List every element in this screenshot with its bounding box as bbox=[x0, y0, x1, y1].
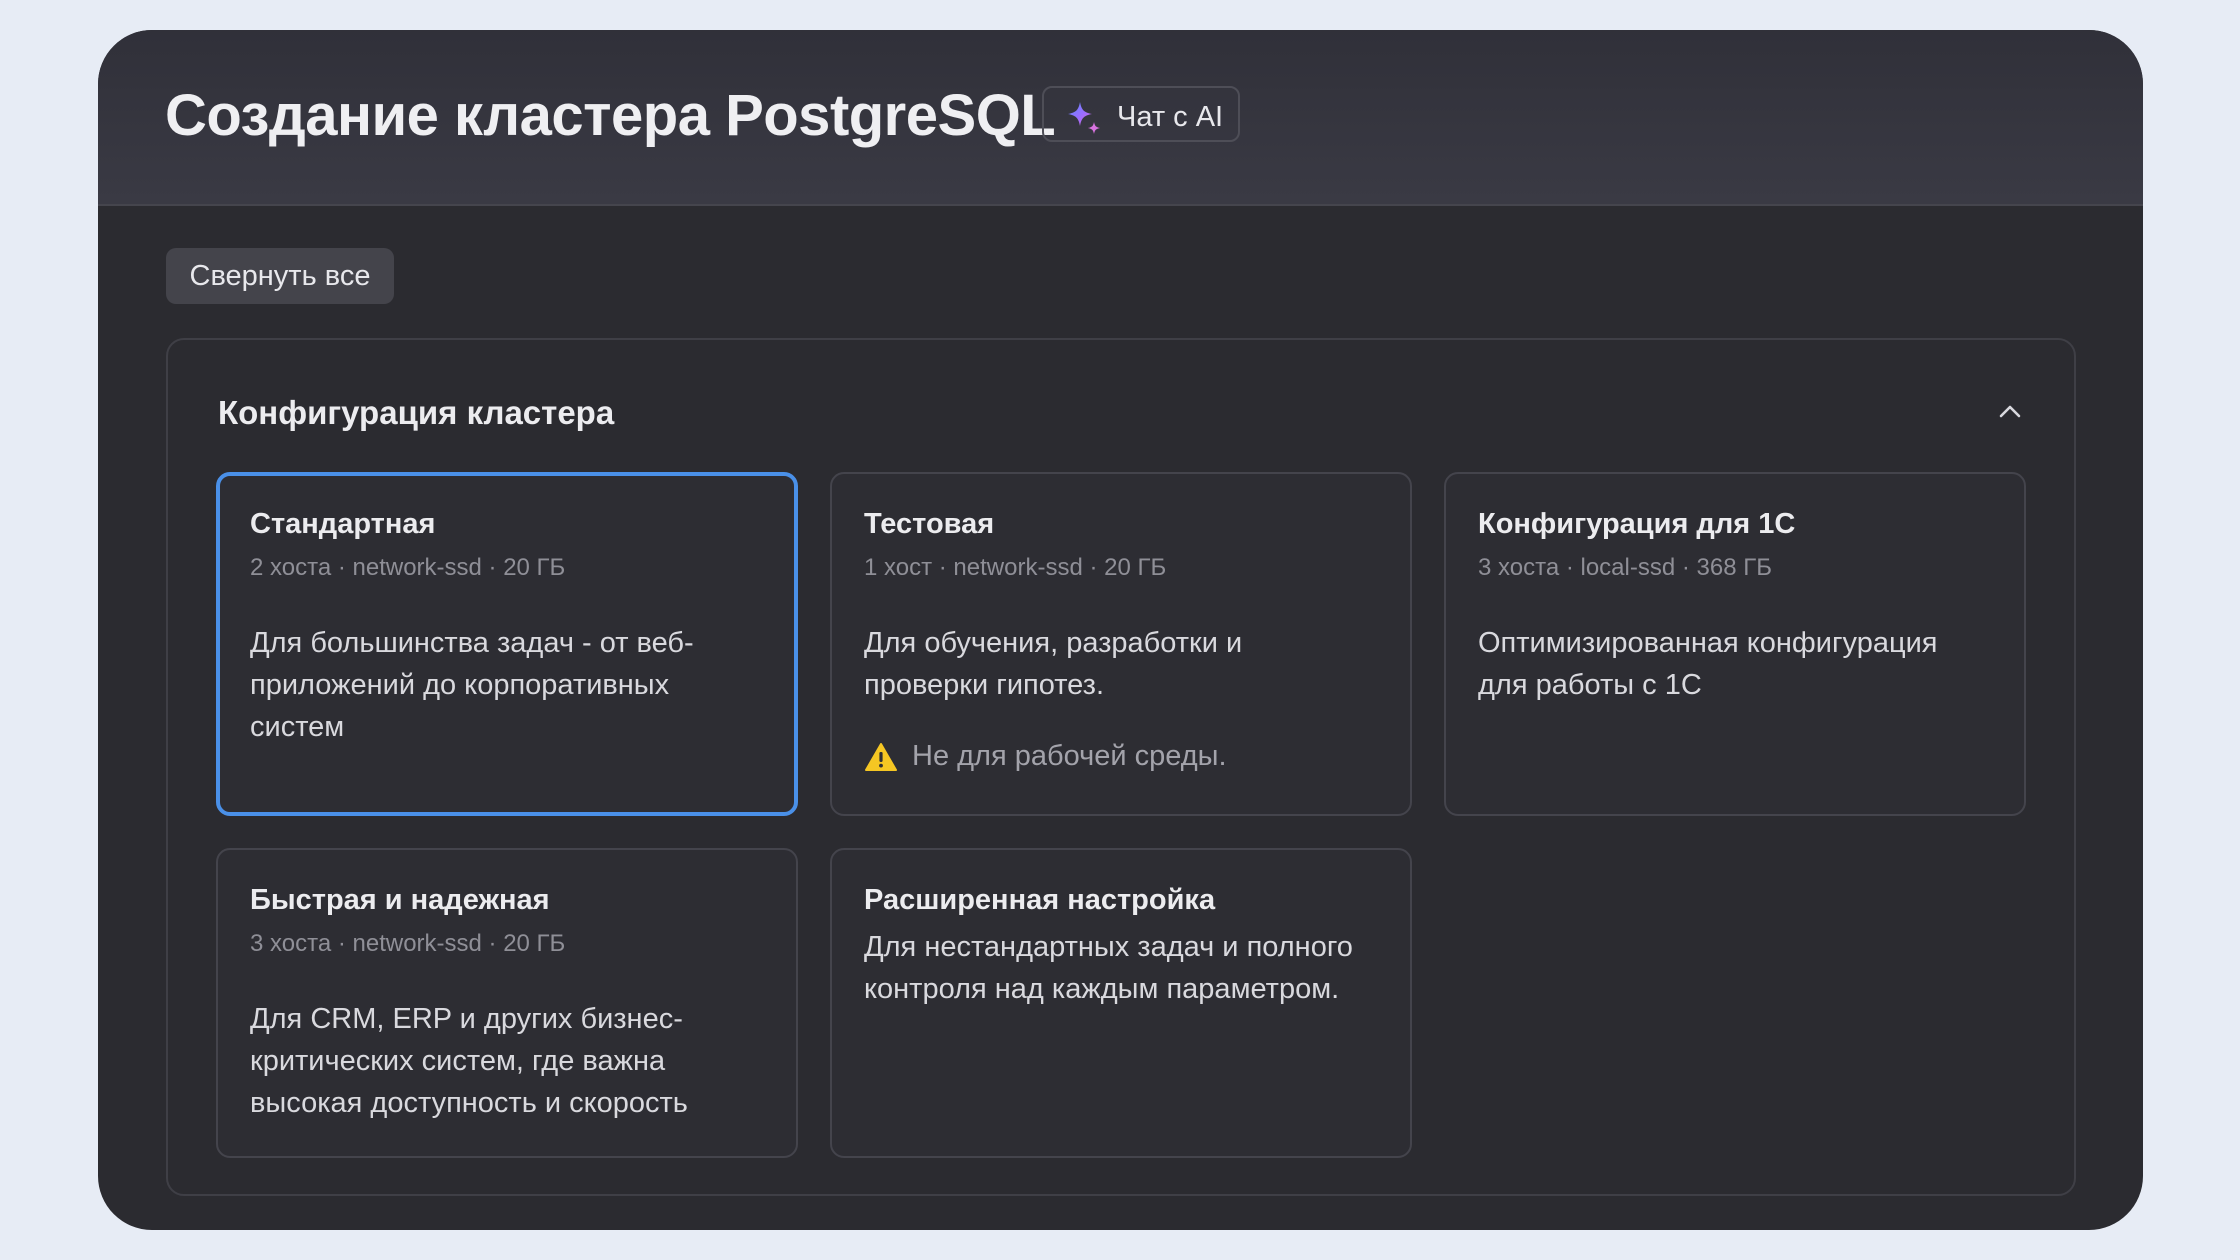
card-description: Для нестандартных задач и полного контро… bbox=[864, 931, 1353, 1005]
section-title: Конфигурация кластера bbox=[218, 394, 615, 431]
cluster-config-section: Конфигурация кластера Стандартная 2 хост… bbox=[166, 338, 2076, 1196]
ai-chat-button[interactable]: Чат с AI bbox=[1042, 86, 1240, 142]
chevron-up-icon[interactable] bbox=[1996, 398, 2024, 426]
card-description: Для большинства задач - от веб-приложени… bbox=[250, 627, 694, 743]
card-title: Конфигурация для 1С bbox=[1478, 508, 1796, 540]
config-card-fast-reliable[interactable]: Быстрая и надежная 3 хоста · network-ssd… bbox=[216, 848, 798, 1158]
card-meta: 1 хост · network-ssd · 20 ГБ bbox=[864, 554, 1167, 581]
card-description: Для обучения, разработки и проверки гипо… bbox=[864, 627, 1243, 701]
config-card-standard[interactable]: Стандартная 2 хоста · network-ssd · 20 Г… bbox=[216, 472, 798, 816]
config-card-1c[interactable]: Конфигурация для 1С 3 хоста · local-ssd … bbox=[1444, 472, 2026, 816]
ai-chat-label: Чат с AI bbox=[1117, 101, 1224, 133]
warning-icon bbox=[865, 742, 897, 771]
page-header: Создание кластера PostgreSQL Чат с AI bbox=[98, 30, 2143, 206]
warning-row: Не для рабочей среды. bbox=[864, 740, 1227, 773]
config-card-advanced[interactable]: Расширенная настройка Для нестандартных … bbox=[830, 848, 1412, 1158]
page-title: Создание кластера PostgreSQL bbox=[165, 83, 1056, 148]
card-description: Оптимизированная конфигурация для работы… bbox=[1478, 627, 1938, 701]
card-meta: 3 хоста · local-ssd · 368 ГБ bbox=[1478, 554, 1772, 581]
card-title: Быстрая и надежная bbox=[250, 884, 550, 916]
card-title: Расширенная настройка bbox=[864, 884, 1216, 916]
config-card-test[interactable]: Тестовая 1 хост · network-ssd · 20 ГБ Дл… bbox=[830, 472, 1412, 816]
card-title: Стандартная bbox=[250, 508, 436, 540]
warning-text: Не для рабочей среды. bbox=[912, 740, 1227, 772]
card-meta: 2 хоста · network-ssd · 20 ГБ bbox=[250, 554, 566, 581]
collapse-all-button[interactable]: Свернуть все bbox=[166, 248, 394, 304]
cluster-create-window: Создание кластера PostgreSQL Чат с AI Св… bbox=[98, 30, 2143, 1230]
card-description: Для CRM, ERP и других бизнес-критических… bbox=[250, 1003, 688, 1119]
sparkle-icon bbox=[1068, 102, 1100, 134]
card-meta: 3 хоста · network-ssd · 20 ГБ bbox=[250, 930, 566, 957]
card-title: Тестовая bbox=[864, 508, 995, 540]
